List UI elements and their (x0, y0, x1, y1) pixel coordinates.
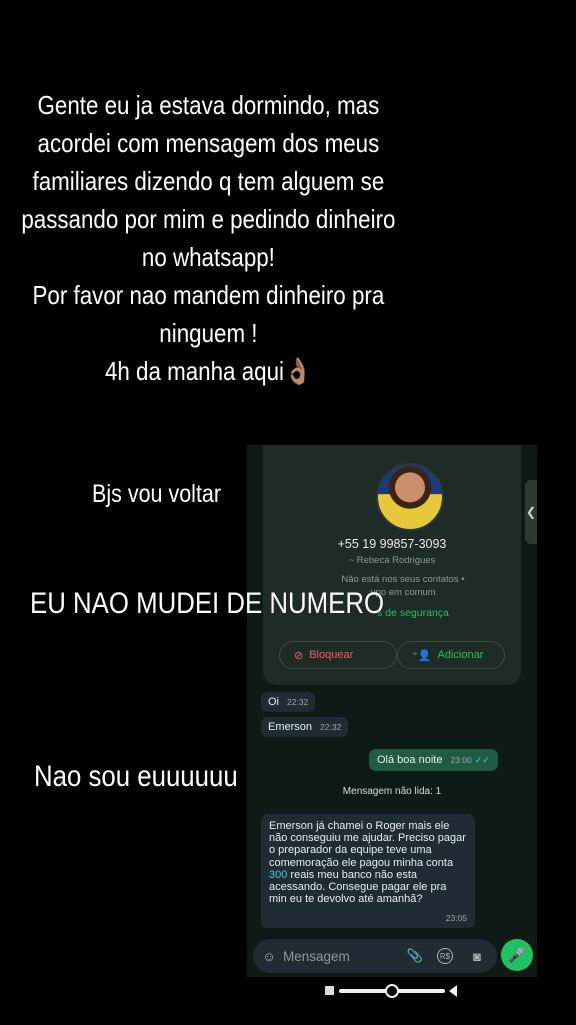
story-line: passando por mim e pedindo dinheiro (21, 204, 396, 234)
story-bjs-text: Bjs vou voltar (92, 480, 222, 508)
whatsapp-screenshot: +55 19 99857-3093 ~ Rebeca Rodrigues Não… (247, 445, 537, 1005)
message-bubble: Olá boa noite 23:00 ✓✓ (369, 749, 498, 771)
chevron-left-icon[interactable]: ❮ (525, 480, 537, 544)
contact-name: ~ Rebeca Rodrigues (348, 555, 436, 566)
message-bubble: Oi 22:32 (261, 692, 316, 712)
android-navbar (247, 977, 537, 1005)
block-icon: ⊘ (294, 649, 304, 662)
block-button[interactable]: ⊘ Bloquear (279, 641, 397, 669)
message-composer[interactable]: ☺ Mensagem 📎 R$ ◙ (253, 939, 497, 973)
payment-icon[interactable]: R$ (437, 948, 453, 964)
recent-apps-icon[interactable] (325, 986, 334, 995)
message-bubble: Emerson já chamei o Roger mais ele não c… (261, 814, 475, 928)
story-line: familiares dizendo q tem alguem se (32, 166, 385, 196)
story-line-time: 4h da manha aqui👌🏽 (104, 356, 312, 386)
amount-link[interactable]: 300 (269, 869, 287, 881)
contact-info-card: +55 19 99857-3093 ~ Rebeca Rodrigues Não… (263, 445, 521, 685)
story-line: no whatsapp! (141, 242, 275, 272)
avatar[interactable] (376, 463, 444, 531)
story-overlay-not-me: Nao sou euuuuuu (34, 760, 238, 793)
story-line: acordei com mensagem dos meus (37, 128, 380, 158)
camera-icon[interactable]: ◙ (469, 948, 485, 964)
contact-phone: +55 19 99857-3093 (337, 537, 447, 551)
double-check-icon: ✓✓ (474, 755, 490, 765)
back-icon[interactable] (449, 985, 457, 997)
story-line: Por favor nao mandem dinheiro pra (32, 280, 385, 310)
story-caption: Gente eu ja estava dormindo, mas acordei… (2, 86, 415, 390)
story-overlay-number: EU NAO MUDEI DE NUMERO (30, 587, 385, 620)
message-bubble: Emerson 22:32 (261, 717, 349, 737)
story-line: Gente eu ja estava dormindo, mas (37, 90, 380, 120)
add-user-icon: ⁺👤 (412, 649, 432, 662)
home-icon[interactable] (385, 984, 399, 998)
unread-divider: Mensagem não lida: 1 (342, 786, 442, 797)
microphone-icon[interactable]: 🎤 (501, 939, 533, 971)
message-input[interactable]: Mensagem (283, 949, 350, 964)
add-contact-button[interactable]: ⁺👤 Adicionar (397, 641, 505, 669)
story-line: ninguem ! (159, 318, 258, 348)
emoji-icon[interactable]: ☺ (261, 948, 277, 964)
ok-hand-emoji-icon: 👌🏽 (283, 356, 312, 386)
paperclip-icon[interactable]: 📎 (407, 948, 423, 964)
